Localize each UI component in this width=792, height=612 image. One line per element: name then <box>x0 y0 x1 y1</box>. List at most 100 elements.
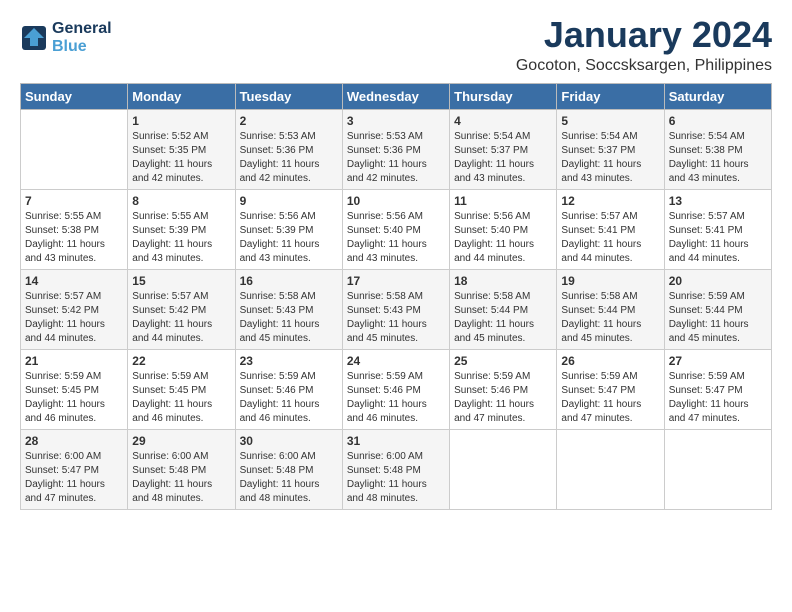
calendar-cell <box>450 429 557 509</box>
day-info: Sunrise: 5:53 AMSunset: 5:36 PMDaylight:… <box>347 130 445 186</box>
calendar-cell: 31 Sunrise: 6:00 AMSunset: 5:48 PMDayligh… <box>342 429 449 509</box>
location-title: Gocoton, Soccsksargen, Philippines <box>516 57 772 75</box>
day-number: 22 <box>132 354 230 368</box>
logo-line1: General <box>52 20 112 38</box>
day-number: 24 <box>347 354 445 368</box>
day-info: Sunrise: 5:57 AMSunset: 5:41 PMDaylight:… <box>561 210 659 266</box>
day-info: Sunrise: 5:58 AMSunset: 5:43 PMDaylight:… <box>347 290 445 346</box>
calendar-cell: 22 Sunrise: 5:59 AMSunset: 5:45 PMDayligh… <box>128 349 235 429</box>
calendar-table: SundayMondayTuesdayWednesdayThursdayFrid… <box>20 83 772 510</box>
day-info: Sunrise: 5:58 AMSunset: 5:44 PMDaylight:… <box>454 290 552 346</box>
day-info: Sunrise: 5:57 AMSunset: 5:42 PMDaylight:… <box>132 290 230 346</box>
calendar-cell: 7 Sunrise: 5:55 AMSunset: 5:38 PMDaylight… <box>21 189 128 269</box>
calendar-cell: 6 Sunrise: 5:54 AMSunset: 5:38 PMDaylight… <box>664 109 771 189</box>
day-info: Sunrise: 6:00 AMSunset: 5:48 PMDaylight:… <box>240 450 338 506</box>
day-info: Sunrise: 5:56 AMSunset: 5:39 PMDaylight:… <box>240 210 338 266</box>
day-number: 16 <box>240 274 338 288</box>
day-info: Sunrise: 5:56 AMSunset: 5:40 PMDaylight:… <box>454 210 552 266</box>
calendar-cell: 15 Sunrise: 5:57 AMSunset: 5:42 PMDayligh… <box>128 269 235 349</box>
day-info: Sunrise: 6:00 AMSunset: 5:47 PMDaylight:… <box>25 450 123 506</box>
day-info: Sunrise: 5:54 AMSunset: 5:37 PMDaylight:… <box>454 130 552 186</box>
day-info: Sunrise: 5:52 AMSunset: 5:35 PMDaylight:… <box>132 130 230 186</box>
day-number: 12 <box>561 194 659 208</box>
day-number: 9 <box>240 194 338 208</box>
calendar-week-5: 28 Sunrise: 6:00 AMSunset: 5:47 PMDayligh… <box>21 429 772 509</box>
day-number: 17 <box>347 274 445 288</box>
day-number: 7 <box>25 194 123 208</box>
calendar-cell: 11 Sunrise: 5:56 AMSunset: 5:40 PMDayligh… <box>450 189 557 269</box>
day-number: 6 <box>669 114 767 128</box>
day-number: 19 <box>561 274 659 288</box>
weekday-header-thursday: Thursday <box>450 83 557 109</box>
calendar-cell <box>557 429 664 509</box>
day-number: 27 <box>669 354 767 368</box>
calendar-cell: 19Sunrise: 5:58 AMSunset: 5:44 PMDayligh… <box>557 269 664 349</box>
day-number: 11 <box>454 194 552 208</box>
title-block: January 2024 Gocoton, Soccsksargen, Phil… <box>516 15 772 75</box>
calendar-cell: 25Sunrise: 5:59 AMSunset: 5:46 PMDayligh… <box>450 349 557 429</box>
calendar-cell: 20 Sunrise: 5:59 AMSunset: 5:44 PMDayligh… <box>664 269 771 349</box>
calendar-cell: 10 Sunrise: 5:56 AMSunset: 5:40 PMDayligh… <box>342 189 449 269</box>
calendar-cell: 13 Sunrise: 5:57 AMSunset: 5:41 PMDayligh… <box>664 189 771 269</box>
calendar-cell: 3Sunrise: 5:53 AMSunset: 5:36 PMDaylight… <box>342 109 449 189</box>
day-info: Sunrise: 5:55 AMSunset: 5:39 PMDaylight:… <box>132 210 230 266</box>
weekday-header-friday: Friday <box>557 83 664 109</box>
calendar-cell: 30 Sunrise: 6:00 AMSunset: 5:48 PMDayligh… <box>235 429 342 509</box>
day-info: Sunrise: 5:57 AMSunset: 5:41 PMDaylight:… <box>669 210 767 266</box>
calendar-page: General Blue January 2024 Gocoton, Soccs… <box>0 0 792 612</box>
calendar-header-row: SundayMondayTuesdayWednesdayThursdayFrid… <box>21 83 772 109</box>
calendar-cell: 4 Sunrise: 5:54 AMSunset: 5:37 PMDaylight… <box>450 109 557 189</box>
day-number: 1 <box>132 114 230 128</box>
day-info: Sunrise: 5:54 AMSunset: 5:37 PMDaylight:… <box>561 130 659 186</box>
calendar-cell: 9 Sunrise: 5:56 AMSunset: 5:39 PMDaylight… <box>235 189 342 269</box>
weekday-header-monday: Monday <box>128 83 235 109</box>
day-info: Sunrise: 5:59 AMSunset: 5:44 PMDaylight:… <box>669 290 767 346</box>
calendar-cell: 16 Sunrise: 5:58 AMSunset: 5:43 PMDayligh… <box>235 269 342 349</box>
day-number: 15 <box>132 274 230 288</box>
weekday-header-wednesday: Wednesday <box>342 83 449 109</box>
day-info: Sunrise: 5:59 AMSunset: 5:47 PMDaylight:… <box>669 370 767 426</box>
day-info: Sunrise: 5:58 AMSunset: 5:43 PMDaylight:… <box>240 290 338 346</box>
day-info: Sunrise: 5:57 AMSunset: 5:42 PMDaylight:… <box>25 290 123 346</box>
calendar-cell: 26 Sunrise: 5:59 AMSunset: 5:47 PMDayligh… <box>557 349 664 429</box>
day-info: Sunrise: 5:59 AMSunset: 5:46 PMDaylight:… <box>240 370 338 426</box>
day-info: Sunrise: 5:55 AMSunset: 5:38 PMDaylight:… <box>25 210 123 266</box>
day-number: 13 <box>669 194 767 208</box>
weekday-header-tuesday: Tuesday <box>235 83 342 109</box>
calendar-cell <box>664 429 771 509</box>
day-number: 25 <box>454 354 552 368</box>
day-number: 31 <box>347 434 445 448</box>
day-info: Sunrise: 5:59 AMSunset: 5:45 PMDaylight:… <box>25 370 123 426</box>
day-number: 10 <box>347 194 445 208</box>
day-number: 8 <box>132 194 230 208</box>
day-info: Sunrise: 5:53 AMSunset: 5:36 PMDaylight:… <box>240 130 338 186</box>
calendar-cell: 21Sunrise: 5:59 AMSunset: 5:45 PMDayligh… <box>21 349 128 429</box>
weekday-header-sunday: Sunday <box>21 83 128 109</box>
logo-line2: Blue <box>52 38 112 56</box>
calendar-cell: 17 Sunrise: 5:58 AMSunset: 5:43 PMDayligh… <box>342 269 449 349</box>
day-number: 14 <box>25 274 123 288</box>
day-number: 20 <box>669 274 767 288</box>
day-number: 28 <box>25 434 123 448</box>
day-number: 26 <box>561 354 659 368</box>
day-number: 4 <box>454 114 552 128</box>
calendar-cell: 28 Sunrise: 6:00 AMSunset: 5:47 PMDayligh… <box>21 429 128 509</box>
day-info: Sunrise: 6:00 AMSunset: 5:48 PMDaylight:… <box>347 450 445 506</box>
day-number: 29 <box>132 434 230 448</box>
day-info: Sunrise: 5:54 AMSunset: 5:38 PMDaylight:… <box>669 130 767 186</box>
calendar-cell: 24 Sunrise: 5:59 AMSunset: 5:46 PMDayligh… <box>342 349 449 429</box>
day-number: 2 <box>240 114 338 128</box>
day-info: Sunrise: 6:00 AMSunset: 5:48 PMDaylight:… <box>132 450 230 506</box>
day-number: 30 <box>240 434 338 448</box>
calendar-week-4: 21Sunrise: 5:59 AMSunset: 5:45 PMDayligh… <box>21 349 772 429</box>
day-info: Sunrise: 5:56 AMSunset: 5:40 PMDaylight:… <box>347 210 445 266</box>
day-info: Sunrise: 5:59 AMSunset: 5:46 PMDaylight:… <box>347 370 445 426</box>
calendar-cell: 1 Sunrise: 5:52 AMSunset: 5:35 PMDaylight… <box>128 109 235 189</box>
day-info: Sunrise: 5:59 AMSunset: 5:47 PMDaylight:… <box>561 370 659 426</box>
calendar-week-2: 7 Sunrise: 5:55 AMSunset: 5:38 PMDaylight… <box>21 189 772 269</box>
day-number: 5 <box>561 114 659 128</box>
calendar-cell <box>21 109 128 189</box>
general-blue-icon <box>20 24 48 52</box>
calendar-cell: 8 Sunrise: 5:55 AMSunset: 5:39 PMDaylight… <box>128 189 235 269</box>
day-info: Sunrise: 5:59 AMSunset: 5:45 PMDaylight:… <box>132 370 230 426</box>
